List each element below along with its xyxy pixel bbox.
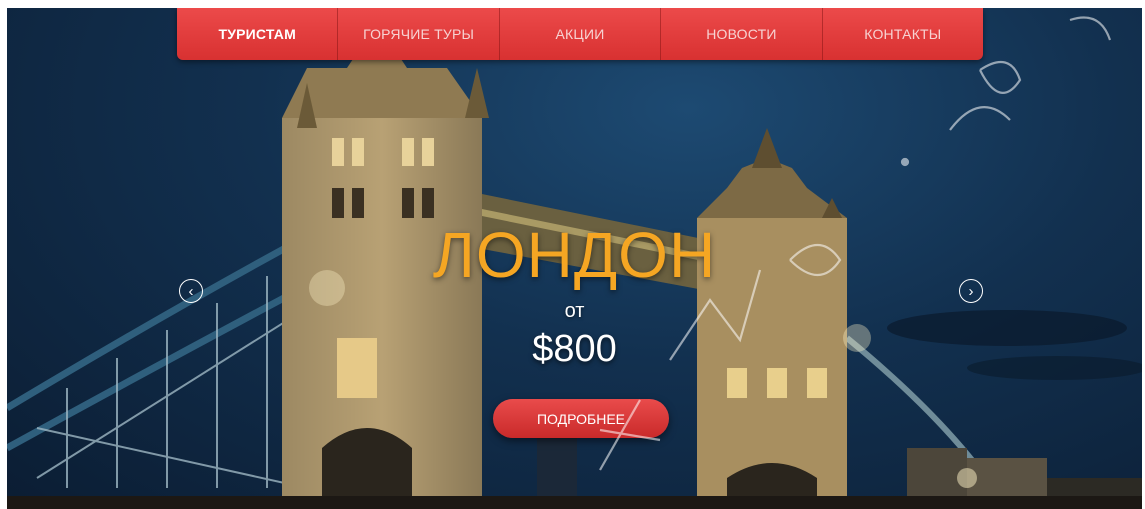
hero-slider: ТУРИСТАМ ГОРЯЧИЕ ТУРЫ АКЦИИ НОВОСТИ КОНТ… — [7, 8, 1142, 509]
nav-item-hot-tours[interactable]: ГОРЯЧИЕ ТУРЫ — [337, 8, 498, 60]
nav-item-contacts[interactable]: КОНТАКТЫ — [821, 8, 983, 60]
nav-item-tourists[interactable]: ТУРИСТАМ — [177, 8, 337, 60]
slider-next-button[interactable]: › — [959, 279, 983, 303]
chevron-left-icon: ‹ — [188, 282, 194, 300]
slider-prev-button[interactable]: ‹ — [179, 279, 203, 303]
nav-item-promotions[interactable]: АКЦИИ — [498, 8, 660, 60]
more-details-button[interactable]: ПОДРОБНЕЕ — [493, 399, 669, 438]
main-navigation: ТУРИСТАМ ГОРЯЧИЕ ТУРЫ АКЦИИ НОВОСТИ КОНТ… — [177, 8, 983, 60]
slide-price: $800 — [532, 328, 617, 370]
nav-item-news[interactable]: НОВОСТИ — [660, 8, 821, 60]
slide-from-label: от — [564, 300, 585, 322]
chevron-right-icon: › — [968, 282, 974, 300]
